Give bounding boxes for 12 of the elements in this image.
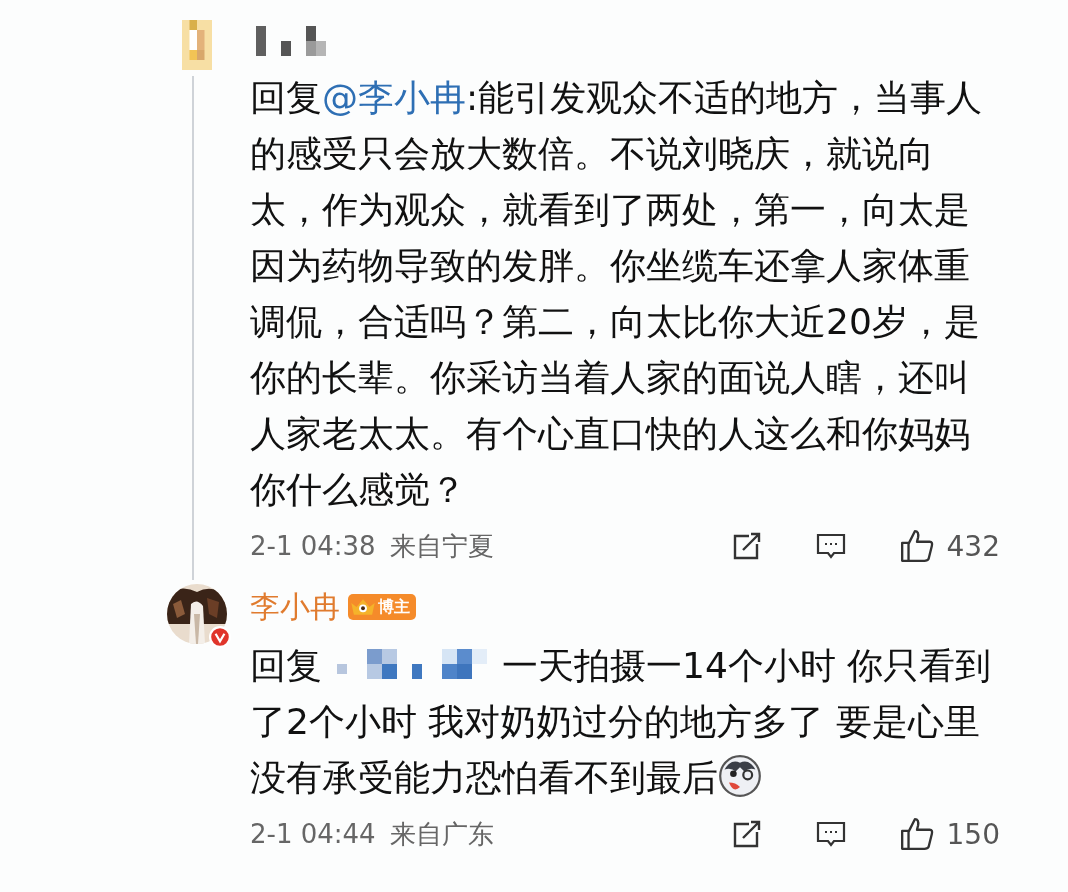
like-button[interactable]: 432 <box>898 528 1000 564</box>
comment-text: 回复 一天拍摄一14个小时 你只看到了2个小时 我对奶奶过分的地方多了 要是心里没有承受能力恐怕看不到最后 <box>250 643 993 800</box>
thumbs-up-icon <box>898 816 935 852</box>
comment-location: 来自广东 <box>389 817 494 851</box>
like-button[interactable]: 150 <box>898 816 1000 852</box>
comment-time: 2-1 04:38 <box>250 531 376 561</box>
comment-location: 来自宁夏 <box>389 529 494 563</box>
comment-time: 2-1 04:44 <box>250 819 376 849</box>
blogger-badge: 博主 <box>348 594 416 620</box>
mention-link[interactable]: @李小冉 <box>322 77 466 118</box>
thumbs-up-icon <box>898 528 935 564</box>
comment-text: 回复@李小冉:能引发观众不适的地方，当事人的感受只会放大数倍。不说刘晓庆，就说向太，作为观众，就看到了两处，第一，向太是因为药物导致的发胖。你坐缆车还拿人家体重调侃，合适吗？第二，向太比你大近20岁，是你的长辈。你采访当着人家的面说人瞎，还叫人家老太太。有个心直口快的人这么和你妈妈你什么感觉？ <box>250 76 984 512</box>
